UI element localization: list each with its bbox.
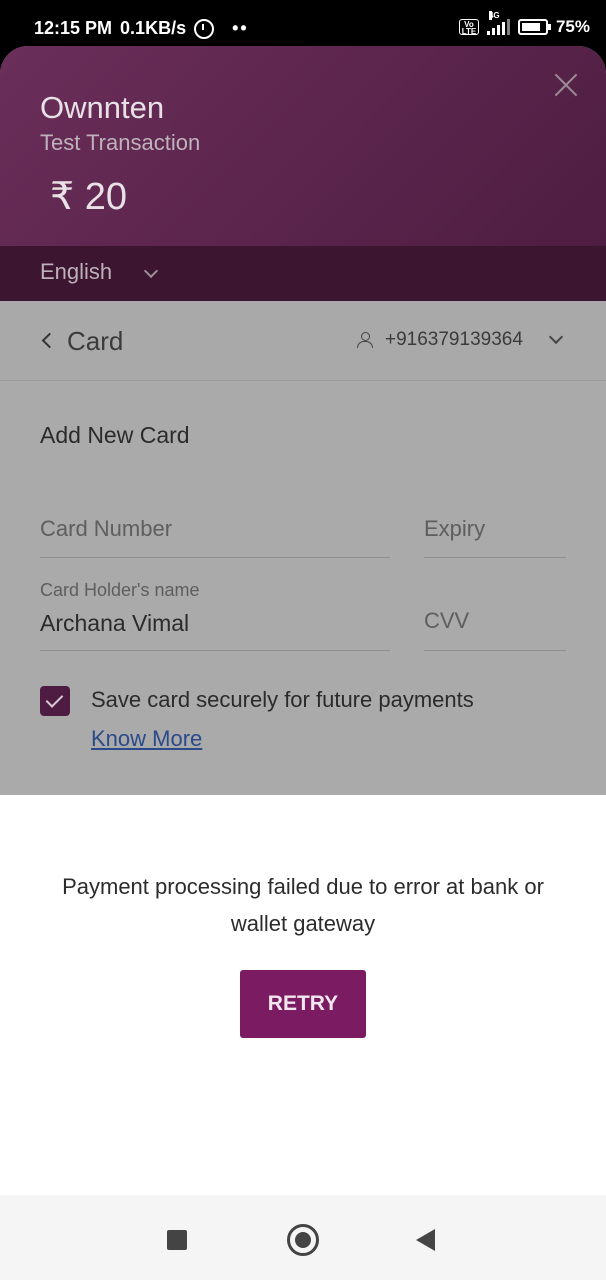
card-holder-label: Card Holder's name bbox=[40, 580, 200, 600]
retry-button[interactable]: RETRY bbox=[240, 970, 366, 1038]
cvv-field[interactable]: CVV bbox=[424, 608, 469, 634]
volte-icon: Vo LTE bbox=[458, 19, 479, 36]
back-nav-icon[interactable] bbox=[416, 1229, 435, 1251]
expiry-underline bbox=[424, 557, 566, 558]
expiry-field[interactable]: Expiry bbox=[424, 516, 485, 542]
language-selector[interactable]: English bbox=[0, 246, 606, 301]
status-speed: 0.1KB/s bbox=[120, 18, 187, 38]
save-card-checkbox[interactable] bbox=[40, 686, 70, 716]
contact-phone[interactable]: +916379139364 bbox=[385, 329, 523, 351]
card-number-field[interactable]: Card Number bbox=[40, 516, 172, 542]
chevron-down-icon bbox=[143, 263, 159, 279]
page-title: Card bbox=[67, 326, 124, 356]
merchant-name: Ownnten bbox=[40, 90, 165, 125]
card-holder-field[interactable]: Archana Vimal bbox=[40, 610, 189, 637]
alarm-icon bbox=[194, 18, 215, 39]
status-left: 12:15 PM 0.1KB/s •• bbox=[34, 18, 249, 39]
know-more-link[interactable]: Know More bbox=[91, 726, 202, 752]
error-message: Payment processing failed due to error a… bbox=[62, 874, 544, 936]
card-nav-bar: Card +916379139364 bbox=[0, 301, 606, 381]
language-label: English bbox=[40, 259, 113, 284]
card-number-underline bbox=[40, 557, 390, 558]
status-time: 12:15 PM bbox=[34, 18, 113, 38]
battery-icon bbox=[517, 19, 551, 35]
add-card-title: Add New Card bbox=[40, 422, 190, 448]
network-type: 4G bbox=[488, 11, 500, 20]
close-icon[interactable] bbox=[549, 68, 583, 102]
signal-icon: 4G bbox=[486, 11, 510, 35]
back-icon[interactable] bbox=[41, 332, 58, 349]
cvv-underline bbox=[424, 650, 566, 651]
card-holder-underline bbox=[40, 650, 390, 651]
status-right: Vo LTE 4G 75% bbox=[458, 11, 590, 37]
checkout-header: Ownnten Test Transaction ₹ 20 bbox=[0, 46, 606, 246]
battery-level: 75% bbox=[555, 17, 590, 36]
home-icon[interactable] bbox=[287, 1224, 319, 1256]
chevron-down-icon[interactable] bbox=[548, 329, 564, 345]
save-card-label: Save card securely for future payments bbox=[91, 687, 474, 712]
transaction-description: Test Transaction bbox=[40, 130, 201, 155]
system-nav-bar bbox=[0, 1195, 606, 1280]
payment-amount: ₹ 20 bbox=[50, 176, 128, 218]
recents-icon[interactable] bbox=[167, 1230, 187, 1250]
error-bottom-sheet: Payment processing failed due to error a… bbox=[0, 795, 606, 1195]
user-icon bbox=[357, 332, 373, 348]
notification-dots: •• bbox=[232, 18, 249, 38]
